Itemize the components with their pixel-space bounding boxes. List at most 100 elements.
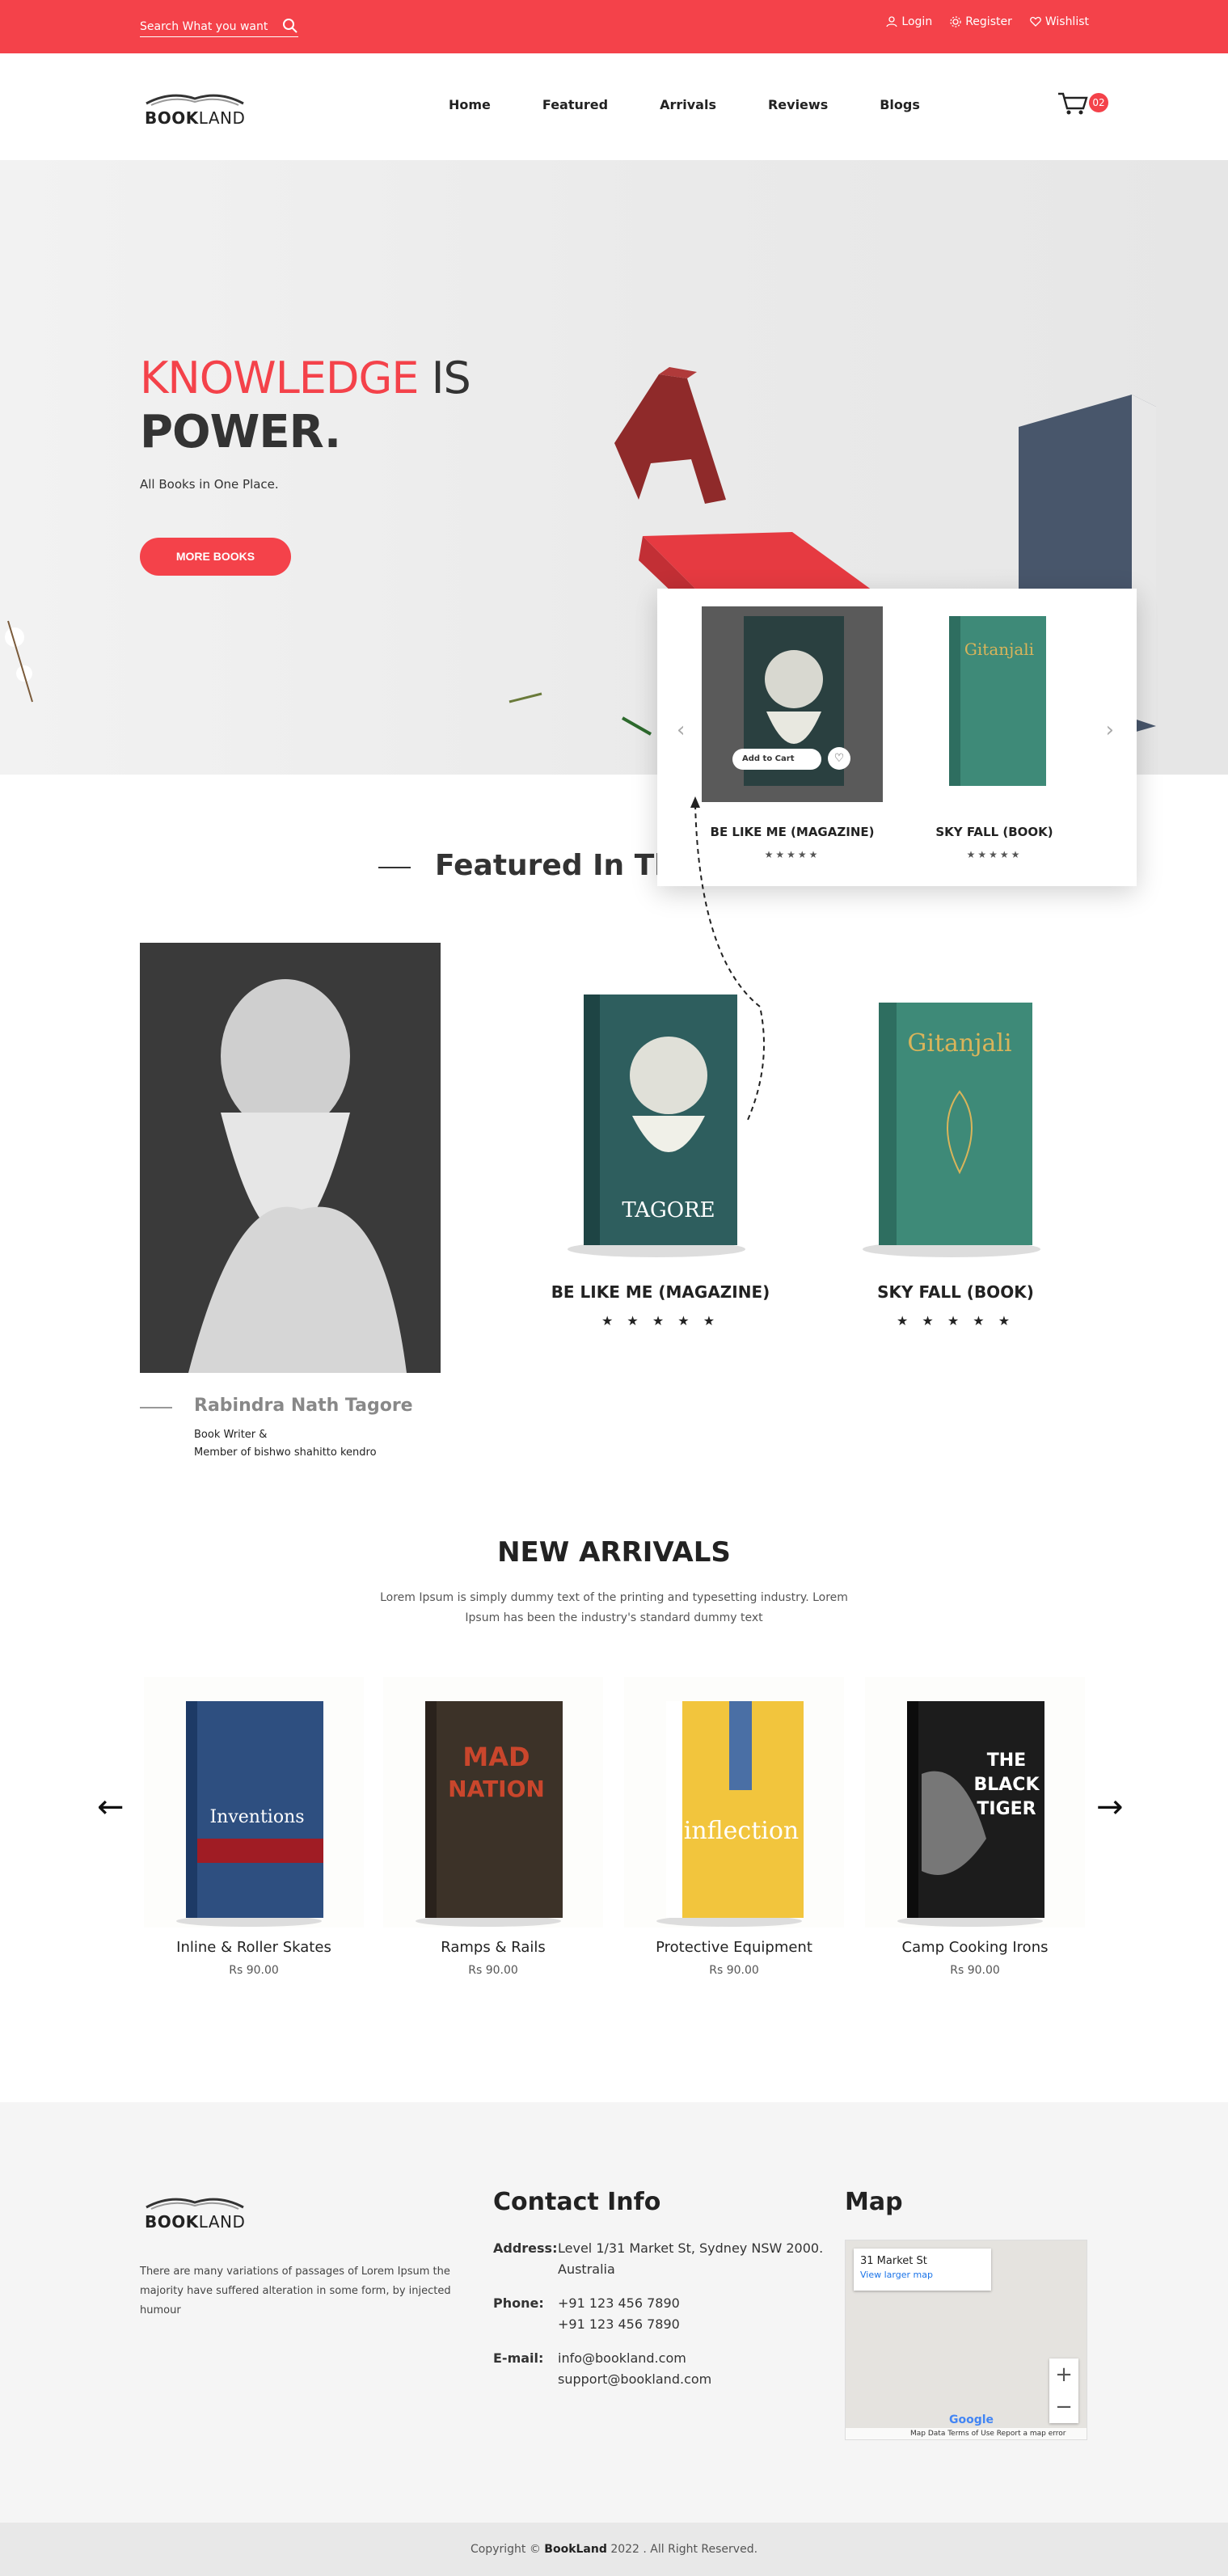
new-arrivals-description: Lorem Ipsum is simply dummy text of the … (380, 1591, 848, 1624)
top-bar: Login Register Wishlist (0, 0, 1228, 53)
search-icon[interactable] (282, 18, 300, 36)
svg-text:inflection: inflection (684, 1817, 800, 1845)
arrival-product-image: THE BLACK TIGER (865, 1677, 1085, 1928)
cart-count-badge: 02 (1089, 93, 1108, 112)
author-role: Book Writer & (194, 1429, 268, 1441)
email-address[interactable]: info@bookland.com (558, 2348, 686, 2369)
copyright-brand: BookLand (544, 2543, 607, 2556)
hero-title-dark: IS (431, 353, 471, 403)
svg-text:Gitanjali: Gitanjali (907, 1029, 1011, 1058)
wishlist-link[interactable]: Wishlist (1029, 15, 1089, 28)
address-line: Level 1/31 Market St, Sydney NSW 2000. (558, 2240, 824, 2256)
register-link[interactable]: Register (950, 15, 1012, 28)
hero-title-line2: POWER. (140, 406, 341, 458)
section-divider (378, 867, 411, 868)
svg-text:NATION: NATION (448, 1776, 545, 1802)
popup-prev-arrow[interactable]: ‹ (677, 718, 685, 742)
svg-text:Inventions: Inventions (209, 1807, 304, 1827)
contact-address: Address:Level 1/31 Market St, Sydney NSW… (493, 2238, 823, 2280)
nav-reviews[interactable]: Reviews (768, 97, 828, 112)
main-header: BOOKLAND Home Featured Arrivals Reviews … (0, 53, 1228, 160)
featured-book-card[interactable]: Gitanjali SKY FALL (BOOK) ★ ★ ★ ★ ★ (822, 978, 1089, 1328)
wishlist-label: Wishlist (1044, 15, 1089, 28)
arrival-product-price: Rs 90.00 (229, 1964, 279, 1977)
popup-product-title: SKY FALL (BOOK) (935, 825, 1053, 839)
arrival-product-card[interactable]: inflection Protective Equipment Rs 90.00 (624, 1677, 844, 1977)
new-arrivals-heading: NEW ARRIVALS (497, 1536, 731, 1569)
map-zoom-controls: + − (1049, 2359, 1078, 2423)
add-to-cart-button[interactable]: Add to Cart (732, 749, 821, 770)
arrival-product-card[interactable]: Inventions Inline & Roller Skates Rs 90.… (144, 1677, 364, 1977)
dashed-arrow-connector (690, 796, 765, 1121)
svg-text:MAD: MAD (462, 1742, 530, 1772)
open-book-icon (146, 94, 244, 106)
heart-icon (1029, 16, 1041, 27)
wishlist-heart-icon[interactable]: ♡ (828, 747, 850, 770)
map-place-name: 31 Market St (860, 2255, 927, 2267)
logo[interactable]: BOOKLAND (145, 87, 245, 129)
arrival-product-name: Protective Equipment (656, 1939, 812, 1956)
popup-product-rating: ★★★★★ (966, 849, 1023, 860)
svg-text:THE: THE (987, 1750, 1026, 1771)
top-links: Login Register Wishlist (886, 15, 1089, 28)
featured-book-title: BE LIKE ME (MAGAZINE) (551, 1282, 770, 1302)
address-line: Australia (558, 2261, 615, 2277)
svg-text:TAGORE: TAGORE (622, 1198, 715, 1223)
google-logo: Google (949, 2413, 994, 2426)
hero-subtitle: All Books in One Place. (140, 477, 279, 492)
footer-logo[interactable]: BOOKLAND (145, 2191, 245, 2233)
arrivals-prev-arrow[interactable]: ← (97, 1788, 124, 1826)
register-label: Register (965, 15, 1012, 28)
phone-label: Phone: (493, 2295, 544, 2311)
arrival-product-price: Rs 90.00 (709, 1964, 759, 1977)
logo-bold: BOOK (145, 108, 199, 128)
featured-book-rating: ★ ★ ★ ★ ★ (601, 1313, 720, 1328)
author-divider (140, 1407, 172, 1408)
hero-title: KNOWLEDGE IS (140, 353, 471, 404)
arrival-product-name: Camp Cooking Irons (901, 1939, 1049, 1956)
popup-product-card[interactable]: Gitanjali SKY FALL (BOOK) ★★★★★ (904, 606, 1085, 860)
featured-heading: Featured In Th (435, 849, 675, 882)
arrival-product-name: Inline & Roller Skates (176, 1939, 331, 1956)
phone-number[interactable]: +91 123 456 7890 (558, 2314, 680, 2335)
popup-product-image: Gitanjali (904, 606, 1085, 802)
featured-book-title: SKY FALL (BOOK) (877, 1282, 1034, 1302)
copyright-suffix: 2022 . All Right Reserved. (610, 2543, 758, 2556)
arrival-product-image: MAD NATION (383, 1677, 603, 1928)
map-info-card: 31 Market St View larger map (854, 2249, 991, 2291)
cart-button[interactable]: 02 (1057, 91, 1108, 116)
author-portrait (140, 943, 441, 1373)
email-address[interactable]: support@bookland.com (558, 2369, 711, 2390)
featured-book-cover: Gitanjali (863, 1003, 1040, 1257)
copyright-bar: Copyright © BookLand 2022 . All Right Re… (0, 2523, 1228, 2576)
nav-arrivals[interactable]: Arrivals (660, 97, 716, 112)
arrival-product-name: Ramps & Rails (441, 1939, 546, 1956)
zoom-in-button[interactable]: + (1049, 2359, 1078, 2391)
nav-blogs[interactable]: Blogs (880, 97, 920, 112)
arrival-product-card[interactable]: THE BLACK TIGER Camp Cooking Irons Rs 90.0… (865, 1677, 1085, 1977)
svg-text:TIGER: TIGER (977, 1799, 1036, 1819)
email-label: E-mail: (493, 2350, 544, 2366)
search-input[interactable] (140, 18, 277, 36)
login-link[interactable]: Login (886, 15, 932, 28)
logo-light: LAND (198, 108, 246, 128)
arrival-product-image: inflection (624, 1677, 844, 1928)
phone-number[interactable]: +91 123 456 7890 (558, 2293, 680, 2314)
arrival-product-card[interactable]: MAD NATION Ramps & Rails Rs 90.00 (383, 1677, 603, 1977)
arrivals-next-arrow[interactable]: → (1096, 1788, 1124, 1826)
more-books-button[interactable]: MORE BOOKS (140, 538, 291, 576)
author-name: Rabindra Nath Tagore (194, 1396, 413, 1416)
contact-phone: Phone: +91 123 456 7890 +91 123 456 7890 (493, 2293, 680, 2335)
view-larger-map-link[interactable]: View larger map (860, 2270, 985, 2280)
svg-text:Gitanjali: Gitanjali (964, 640, 1034, 659)
nav-home[interactable]: Home (449, 97, 491, 112)
map-attribution: Map Data Terms of Use Report a map error (846, 2428, 1087, 2439)
popup-next-arrow[interactable]: › (1106, 718, 1114, 742)
search-box (140, 18, 298, 37)
hero-title-red: KNOWLEDGE (140, 353, 419, 403)
nav-featured[interactable]: Featured (542, 97, 608, 112)
zoom-out-button[interactable]: − (1049, 2391, 1078, 2423)
author-membership: Member of bishwo shahitto kendro (194, 1446, 377, 1459)
logo-bold: BOOK (145, 2212, 199, 2232)
embedded-map[interactable]: 31 Market St View larger map + − Google … (845, 2240, 1087, 2440)
